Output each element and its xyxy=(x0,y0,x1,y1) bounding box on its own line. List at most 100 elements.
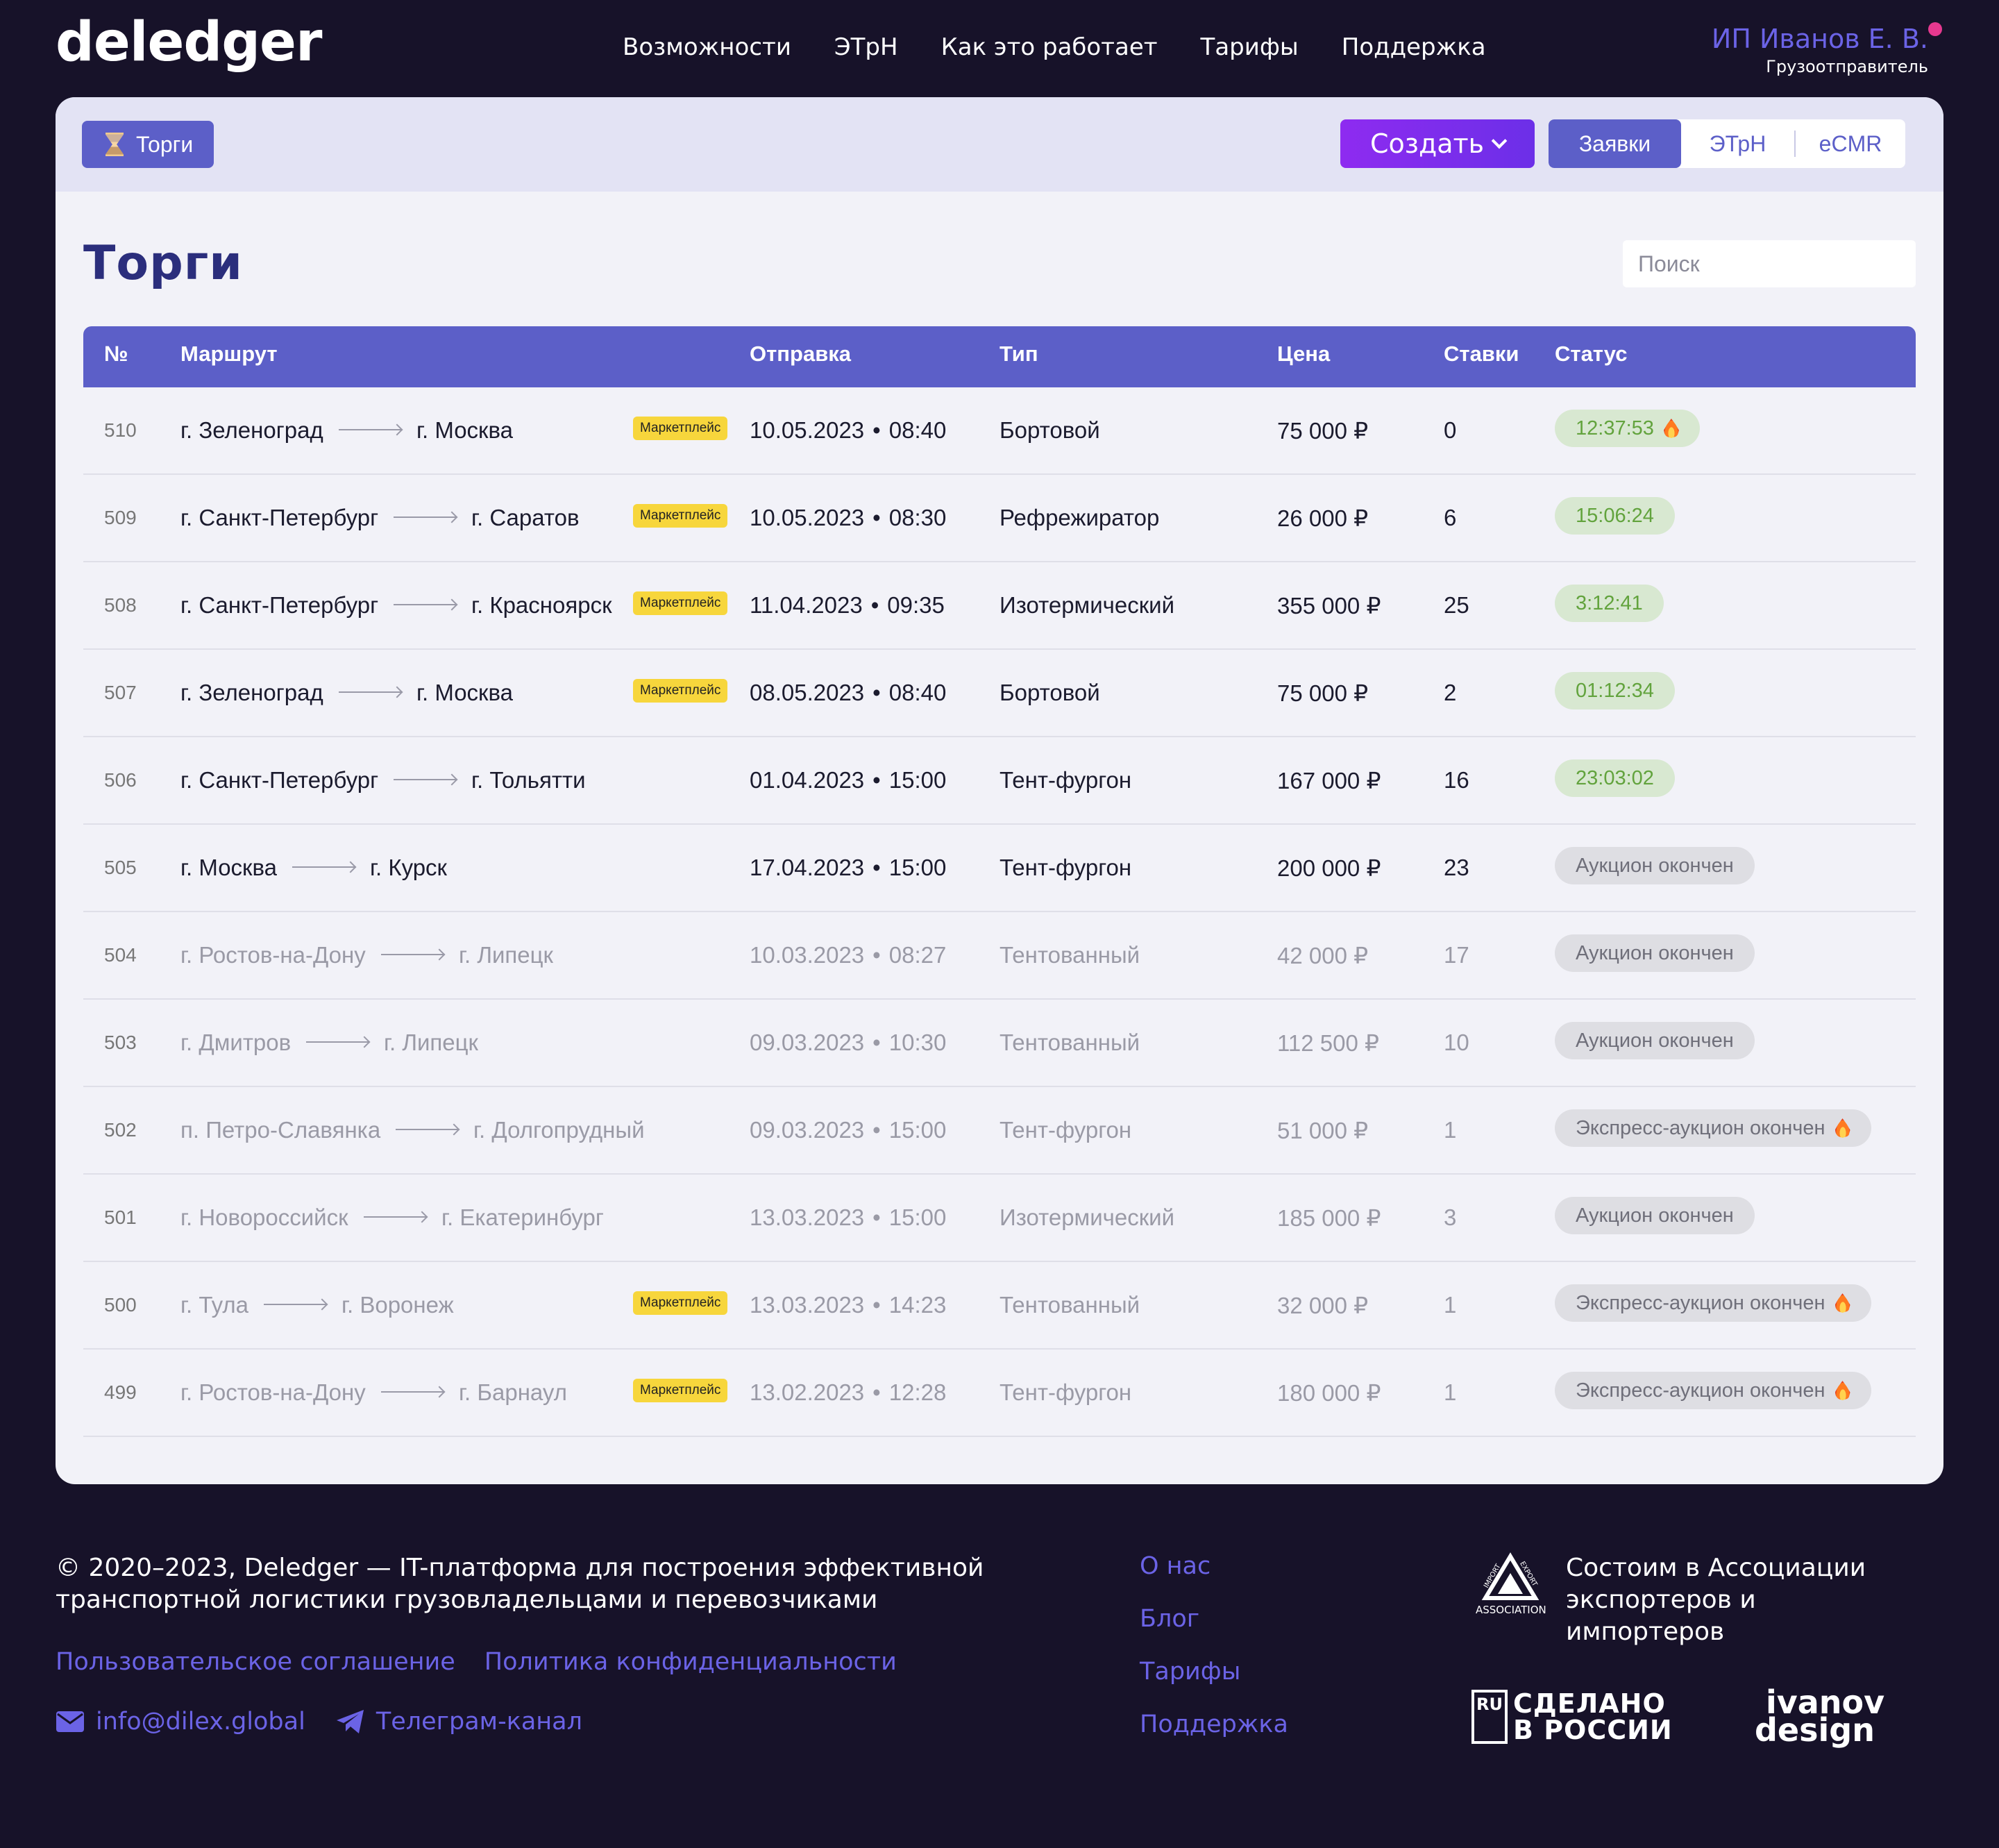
create-button[interactable]: Создать xyxy=(1340,119,1535,168)
route-arrow-icon xyxy=(394,779,456,780)
status-badge: Аукцион окончен xyxy=(1555,847,1755,884)
table-row[interactable]: 509 г. Санкт-Петербург г. Саратов Маркетпле… xyxy=(83,475,1916,562)
departure-time: 12:28 xyxy=(888,1379,947,1405)
association-badge[interactable]: IMPORT EXPORT ASSOCIATION Состоим в Ассо… xyxy=(1471,1552,1885,1648)
table-row[interactable]: 500 г. Тула г. Воронеж Маркетплейс 13.03.202… xyxy=(83,1262,1916,1350)
nav-link-etrn[interactable]: ЭТрН xyxy=(834,33,898,61)
status-badge: 15:06:24 xyxy=(1555,497,1675,535)
status-badge: Экспресс-аукцион окончен xyxy=(1555,1109,1871,1147)
route-from: г. Зеленоград xyxy=(180,680,323,705)
departure-datetime: 17.04.2023 • 15:00 xyxy=(750,855,946,881)
user-name[interactable]: ИП Иванов Е. В. xyxy=(1712,24,1928,54)
vehicle-type: Изотермический xyxy=(1000,1204,1175,1230)
route-from: г. Дмитров xyxy=(180,1030,292,1055)
column-header-status[interactable]: Статус xyxy=(1555,342,1627,367)
status-text: 3:12:41 xyxy=(1576,592,1643,614)
row-id: 507 xyxy=(104,682,137,703)
status-text: Экспресс-аукцион окончен xyxy=(1576,1379,1825,1402)
fire-icon xyxy=(1663,419,1679,438)
marketplace-badge: Маркетплейс xyxy=(633,679,728,703)
ivanov-design-logo[interactable]: ivanov design xyxy=(1755,1686,1884,1749)
table-row[interactable]: 503 г. Дмитров г. Липецк 09.03.2023 • 10:30 Те… xyxy=(83,1000,1916,1087)
notification-dot-icon xyxy=(1928,22,1942,36)
departure-time: 08:30 xyxy=(888,505,947,530)
departure-date: 08.05.2023 xyxy=(750,680,865,705)
route-to: г. Липецк xyxy=(384,1030,478,1055)
column-header-price[interactable]: Цена xyxy=(1277,342,1330,367)
card-toolbar: Торги Создать Заявки ЭТрН eCMR xyxy=(56,97,1943,192)
table-row[interactable]: 502 п. Петро-Славянка г. Долгопрудный 09.03… xyxy=(83,1087,1916,1175)
footer-contacts: info@dilex.global Телеграм-канал xyxy=(56,1708,613,1736)
bids-count: 2 xyxy=(1444,680,1457,705)
price: 112 500 ₽ xyxy=(1277,1030,1380,1056)
separator-dot: • xyxy=(872,1204,881,1230)
route-to: г. Москва xyxy=(416,680,514,705)
departure-datetime: 09.03.2023 • 10:30 xyxy=(750,1030,946,1056)
status-text: 23:03:02 xyxy=(1576,767,1654,789)
route-arrow-icon xyxy=(394,516,456,518)
footer-link-pricing[interactable]: Тарифы xyxy=(1140,1658,1288,1686)
deledger-logo[interactable]: deledger xyxy=(56,11,322,74)
column-header-bids[interactable]: Ставки xyxy=(1444,342,1519,367)
departure-time: 08:40 xyxy=(888,417,947,443)
column-header-type[interactable]: Тип xyxy=(1000,342,1038,367)
footer-link-blog[interactable]: Блог xyxy=(1140,1605,1288,1633)
table-row[interactable]: 510 г. Зеленоград г. Москва Маркетплейс 10.0… xyxy=(83,387,1916,475)
user-agreement-link[interactable]: Пользовательское соглашение xyxy=(56,1648,455,1676)
bids-count: 25 xyxy=(1444,592,1469,618)
route-to: г. Москва xyxy=(416,417,514,443)
route-from: г. Санкт-Петербург xyxy=(180,767,379,793)
nav-link-pricing[interactable]: Тарифы xyxy=(1201,33,1299,61)
telegram-icon xyxy=(336,1710,364,1733)
page-title: Торги xyxy=(83,236,243,291)
status-badge: 23:03:02 xyxy=(1555,759,1675,797)
footer-link-support[interactable]: Поддержка xyxy=(1140,1711,1288,1738)
nav-link-how-it-works[interactable]: Как это работает xyxy=(941,33,1158,61)
tab-requests[interactable]: Заявки xyxy=(1549,119,1681,168)
row-id: 509 xyxy=(104,507,137,528)
table-row[interactable]: 504 г. Ростов-на-Дону г. Липецк 10.03.2023 •… xyxy=(83,912,1916,1000)
departure-time: 08:27 xyxy=(888,942,947,968)
marketplace-badge: Маркетплейс xyxy=(633,417,728,440)
column-header-departure[interactable]: Отправка xyxy=(750,342,851,367)
tab-etrn[interactable]: ЭТрН xyxy=(1681,119,1794,168)
privacy-policy-link[interactable]: Политика конфиденциальности xyxy=(484,1648,897,1676)
departure-date: 09.03.2023 xyxy=(750,1117,865,1143)
nav-link-features[interactable]: Возможности xyxy=(623,33,791,61)
footer-nav: О нас Блог Тарифы Поддержка xyxy=(1140,1552,1288,1763)
breadcrumb-tenders[interactable]: Торги xyxy=(82,121,214,168)
column-header-id[interactable]: № xyxy=(104,342,128,367)
status-text: 01:12:34 xyxy=(1576,680,1654,702)
tab-ecmr[interactable]: eCMR xyxy=(1796,119,1905,168)
departure-datetime: 13.02.2023 • 12:28 xyxy=(750,1379,946,1406)
table-row[interactable]: 506 г. Санкт-Петербург г. Тольятти 01.04.20… xyxy=(83,737,1916,825)
nav-link-support[interactable]: Поддержка xyxy=(1342,33,1486,61)
telegram-link[interactable]: Телеграм-канал xyxy=(336,1708,582,1736)
bids-count: 1 xyxy=(1444,1292,1457,1318)
route-from: г. Москва xyxy=(180,855,278,880)
search-input[interactable] xyxy=(1623,240,1916,287)
table-row[interactable]: 499 г. Ростов-на-Дону г. Барнаул Маркетплей… xyxy=(83,1350,1916,1437)
import-export-association-logo: IMPORT EXPORT ASSOCIATION xyxy=(1476,1552,1546,1616)
departure-date: 10.05.2023 xyxy=(750,417,865,443)
table-row[interactable]: 508 г. Санкт-Петербург г. Красноярск Маркет… xyxy=(83,562,1916,650)
email-link[interactable]: info@dilex.global xyxy=(56,1708,305,1736)
row-id: 500 xyxy=(104,1294,137,1316)
ivanov-design-line-2: design xyxy=(1755,1711,1875,1749)
user-menu[interactable]: ИП Иванов Е. В. Грузоотправитель xyxy=(1712,22,1942,76)
vehicle-type: Рефрежиратор xyxy=(1000,505,1160,530)
made-in-russia-badge: RU СДЕЛАНО В РОССИИ xyxy=(1471,1690,1673,1744)
column-header-route[interactable]: Маршрут xyxy=(180,342,278,367)
status-text: 15:06:24 xyxy=(1576,505,1654,527)
table-row[interactable]: 507 г. Зеленоград г. Москва Маркетплейс 08.0… xyxy=(83,650,1916,737)
row-id: 503 xyxy=(104,1032,137,1053)
table-row[interactable]: 501 г. Новороссийск г. Екатеринбург 13.03.2… xyxy=(83,1175,1916,1262)
separator-dot: • xyxy=(872,942,881,968)
vehicle-type: Бортовой xyxy=(1000,417,1100,443)
association-text: Состоим в Ассоциации экспортеров и импор… xyxy=(1566,1554,1866,1646)
footer-link-about[interactable]: О нас xyxy=(1140,1552,1288,1580)
table-row[interactable]: 505 г. Москва г. Курск 17.04.2023 • 15:00 Тент… xyxy=(83,825,1916,912)
route-to: г. Тольятти xyxy=(471,767,586,793)
row-id: 499 xyxy=(104,1381,137,1403)
status-badge: 01:12:34 xyxy=(1555,672,1675,709)
